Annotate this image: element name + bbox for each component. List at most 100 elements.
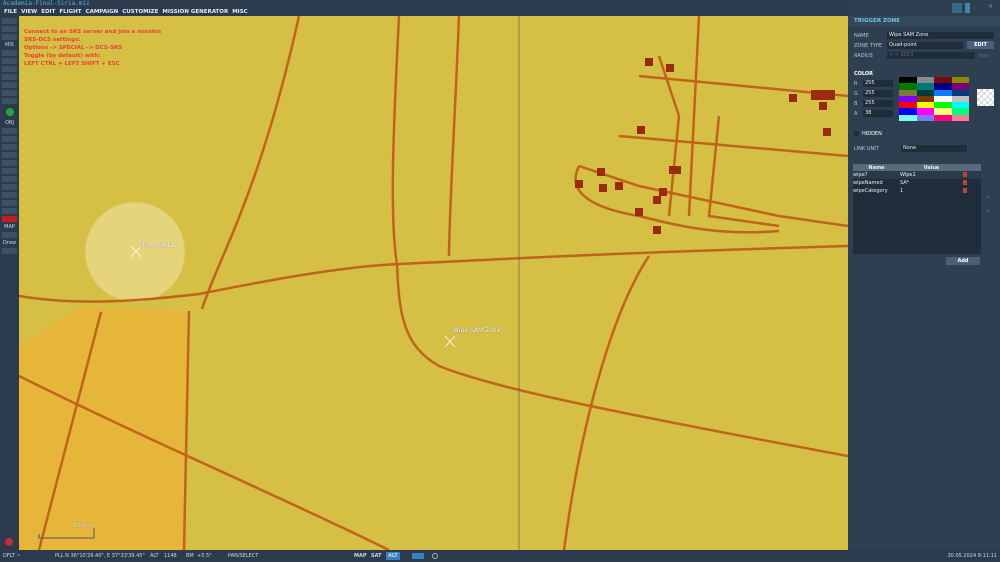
menu-customize[interactable]: CUSTOMIZE xyxy=(122,8,158,16)
map-terrain xyxy=(19,16,848,550)
tool-button[interactable] xyxy=(2,98,17,104)
menu-campaign[interactable]: CAMPAIGN xyxy=(86,8,119,16)
srs-line: Connect to an SRS server and join a miss… xyxy=(24,29,162,35)
tool-button[interactable] xyxy=(2,208,17,214)
radius-unit: feet xyxy=(979,53,989,59)
palette-swatch[interactable] xyxy=(951,114,969,121)
close-icon[interactable]: × xyxy=(988,3,993,10)
tool-button[interactable] xyxy=(2,50,17,56)
color-label: COLOR xyxy=(854,71,874,77)
tool-button[interactable] xyxy=(2,66,17,72)
menu-view[interactable]: VIEW xyxy=(21,8,37,16)
unit-markers xyxy=(575,58,835,234)
obj-label: OBJ xyxy=(5,120,14,126)
srs-line: LEFT CTRL + LEFT SHIFT + ESC xyxy=(24,61,120,67)
panel-title: TRIGGER ZONE xyxy=(854,18,900,24)
tool-button[interactable] xyxy=(2,18,17,24)
datetime: 30.05.2024 8:11:11 xyxy=(947,553,998,559)
tool-button[interactable] xyxy=(2,176,17,182)
table-row[interactable]: wipe? Wipe1 xyxy=(853,171,981,179)
unit-label-shot[interactable]: Shot1 SA11 xyxy=(139,242,174,249)
tool-button[interactable] xyxy=(2,74,17,80)
alt-label: ALT xyxy=(150,553,159,559)
beacon-icon[interactable] xyxy=(965,3,970,13)
add-button[interactable]: Add xyxy=(946,257,980,265)
a-input[interactable]: 38 xyxy=(863,110,893,117)
sat-mode-button[interactable]: SAT xyxy=(371,550,382,562)
bm-value: +5.5° xyxy=(197,553,212,559)
check-tool-button[interactable] xyxy=(2,90,17,96)
menu-bar: FILE VIEW EDIT FLIGHT CAMPAIGN CUSTOMIZE… xyxy=(0,8,848,16)
tool-button[interactable] xyxy=(2,34,17,40)
menu-file[interactable]: FILE xyxy=(4,8,17,16)
tool-button[interactable] xyxy=(2,168,17,174)
mode-label: PAN/SELECT xyxy=(228,553,259,559)
tool-button[interactable] xyxy=(2,184,17,190)
delete-icon[interactable] xyxy=(963,179,967,185)
fullscreen-icon[interactable] xyxy=(432,553,438,559)
menu-edit[interactable]: EDIT xyxy=(41,8,55,16)
g-input[interactable]: 255 xyxy=(863,90,893,97)
name-label: NAME xyxy=(854,33,869,39)
zone-type-select[interactable]: Quad-point xyxy=(887,42,963,49)
red-tool-button[interactable] xyxy=(2,216,17,222)
col-name: Name xyxy=(868,164,885,171)
alt-mode-button[interactable]: ALT xyxy=(386,552,400,560)
wifi-icon[interactable] xyxy=(952,3,962,13)
r-input[interactable]: 255 xyxy=(863,80,893,87)
a-label: A xyxy=(854,111,858,117)
coordinates: PLL N 36°10'29.40", E 37°33'39.45" xyxy=(55,553,145,559)
ship-tool-button[interactable] xyxy=(2,144,17,150)
layers-icon[interactable] xyxy=(412,553,424,559)
g-label: G xyxy=(854,91,858,97)
srs-line: Toggle (by default) with: xyxy=(24,53,101,59)
measure-tool-button[interactable] xyxy=(2,248,17,254)
link-unit-select[interactable]: None xyxy=(901,145,967,152)
color-preview xyxy=(977,89,994,106)
map-canvas[interactable]: Connect to an SRS server and join a miss… xyxy=(19,16,848,550)
menu-misc[interactable]: MISC xyxy=(232,8,248,16)
b-input[interactable]: 255 xyxy=(863,100,893,107)
window-title: Academia-Final-Siria.miz xyxy=(0,0,848,8)
tool-button[interactable] xyxy=(2,58,17,64)
map-label: MAP xyxy=(4,224,15,230)
tool-button[interactable] xyxy=(2,82,17,88)
tool-button[interactable] xyxy=(2,200,17,206)
name-input[interactable]: Wipe SAM Zone xyxy=(887,32,994,39)
delete-icon[interactable] xyxy=(963,171,967,177)
status-bar: DFLT ~ PLL N 36°10'29.40", E 37°33'39.45… xyxy=(0,550,1000,562)
zone-label-wipe[interactable]: Wipe SAM Zone xyxy=(453,327,500,334)
map-mode-button[interactable]: MAP xyxy=(354,550,367,562)
profile-select[interactable]: DFLT ~ xyxy=(3,550,21,562)
menu-mission-generator[interactable]: MISSION GENERATOR xyxy=(162,8,228,16)
scale-label: 1000 m xyxy=(74,523,94,529)
color-palette xyxy=(899,77,969,121)
green-circle-icon[interactable] xyxy=(5,108,14,116)
delete-icon[interactable] xyxy=(963,187,967,193)
draw-button[interactable]: Draw xyxy=(0,240,19,246)
properties-table: Name Value wipe? Wipe1 wipeNamed SA* wipeCa… xyxy=(853,164,981,254)
tool-button[interactable] xyxy=(2,160,17,166)
plane-tool-button[interactable] xyxy=(2,128,17,134)
menu-flight[interactable]: FLIGHT xyxy=(59,8,81,16)
palette-swatch[interactable] xyxy=(934,114,952,121)
srs-line: SRS-DCS settings: xyxy=(24,37,81,43)
vehicle-tool-button[interactable] xyxy=(2,152,17,158)
move-up-icon[interactable]: ˄ xyxy=(986,196,989,203)
palette-swatch[interactable] xyxy=(899,114,917,121)
table-row[interactable]: wipeCategory 1 xyxy=(853,187,981,195)
radius-input[interactable]: < > 3013 xyxy=(887,52,975,59)
trigger-zone-panel: × TRIGGER ZONE NAME Wipe SAM Zone ZONE T… xyxy=(848,0,1000,550)
tool-button[interactable] xyxy=(2,192,17,198)
tool-button[interactable] xyxy=(2,26,17,32)
record-icon[interactable] xyxy=(5,538,13,546)
palette-swatch[interactable] xyxy=(916,114,934,121)
helicopter-tool-button[interactable] xyxy=(2,136,17,142)
table-row[interactable]: wipeNamed SA* xyxy=(853,179,981,187)
ruler-tool-button[interactable] xyxy=(2,232,17,238)
move-down-icon[interactable]: ˅ xyxy=(986,210,989,217)
left-toolbar: MIS OBJ MAP Draw xyxy=(0,16,19,550)
edit-button[interactable]: EDIT xyxy=(967,41,994,49)
hidden-checkbox[interactable] xyxy=(854,131,859,136)
sam-threat-circle xyxy=(84,201,186,303)
